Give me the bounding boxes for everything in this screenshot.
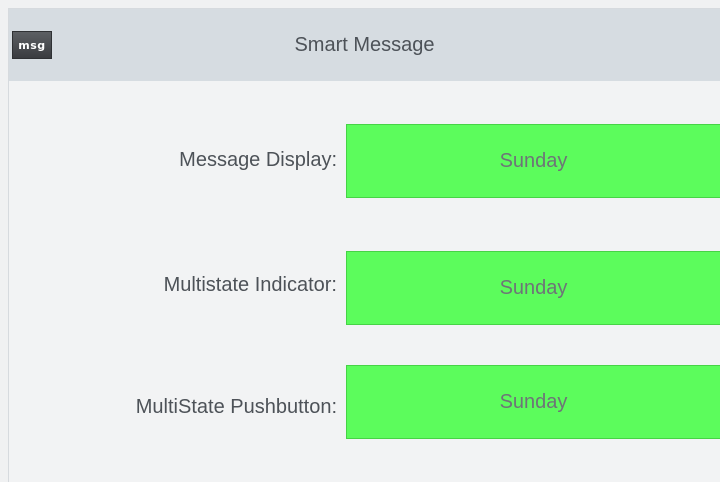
title-bar: msg Smart Message — [9, 9, 720, 81]
multistate-indicator-value: Sunday — [499, 276, 568, 299]
multistate-pushbutton-value: Sunday — [499, 390, 568, 413]
multistate-indicator-label: Multistate Indicator: — [163, 274, 337, 296]
multistate-pushbutton[interactable]: Sunday — [346, 365, 720, 439]
message-display-value: Sunday — [499, 149, 568, 172]
message-display-field: Sunday — [346, 124, 720, 198]
multistate-pushbutton-label: MultiState Pushbutton: — [135, 396, 337, 418]
window-title: Smart Message — [294, 34, 435, 56]
smart-message-window: msg Smart Message Message Display: Sunda… — [8, 8, 720, 482]
message-display-label: Message Display: — [179, 149, 337, 171]
multistate-indicator-field: Sunday — [346, 251, 720, 325]
